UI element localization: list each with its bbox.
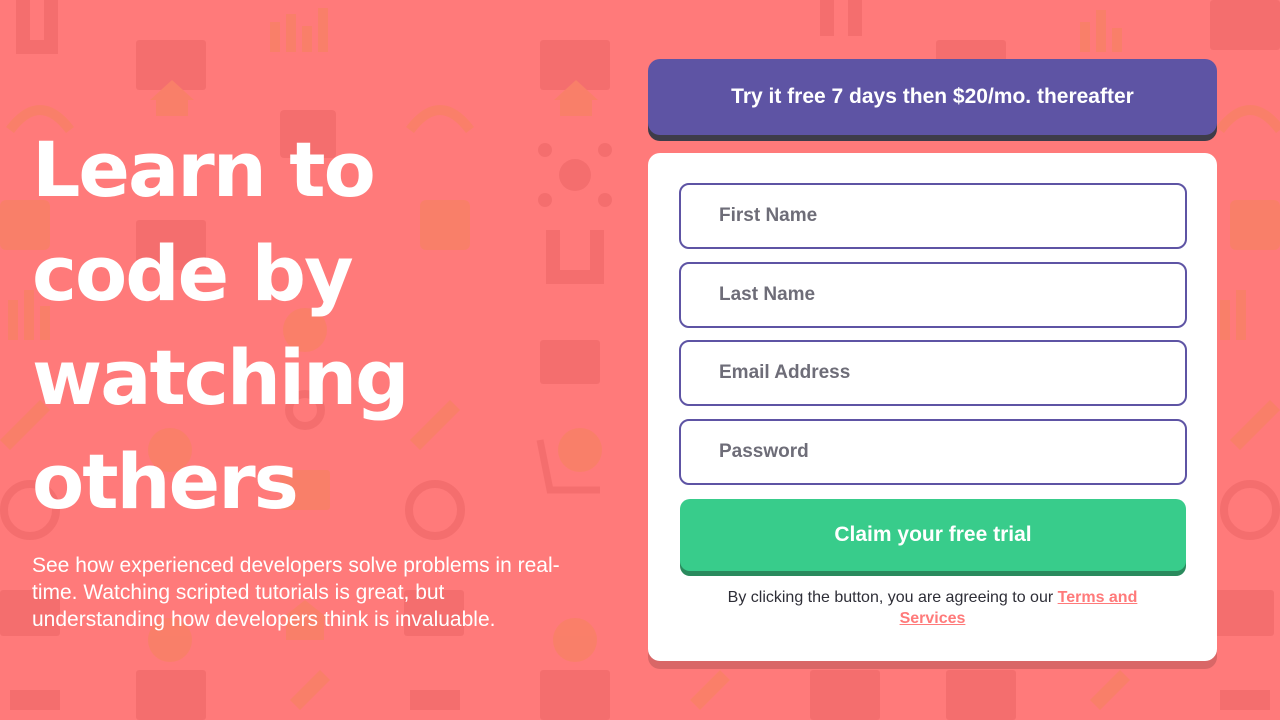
promo-banner: Try it free 7 days then $20/mo. thereaft…: [648, 59, 1217, 135]
hero-title-line: watching: [32, 333, 410, 422]
signup-form: Claim your free trial By clicking the bu…: [648, 153, 1217, 661]
hero-title-line: Learn to: [32, 125, 376, 214]
email-input[interactable]: [719, 342, 1185, 404]
hero-subtitle: See how experienced developers solve pro…: [32, 554, 560, 631]
bar-chart-icon: [1080, 10, 1122, 52]
password-field[interactable]: [679, 418, 1187, 485]
bar-chart-icon: [270, 8, 328, 52]
home-icon: [150, 80, 194, 116]
email-field[interactable]: [679, 340, 1187, 406]
last-name-field[interactable]: [679, 261, 1187, 328]
browser-window-icon: [540, 40, 610, 90]
password-input[interactable]: [719, 420, 1185, 483]
magnet-icon: [16, 0, 58, 54]
hero-title: Learn to code by watching others: [32, 118, 592, 534]
browser-window-icon: [136, 40, 206, 90]
promo-text: Try it free 7 days then $20/mo. thereaft…: [731, 85, 1134, 108]
magnet-icon: [820, 0, 862, 36]
first-name-input[interactable]: [719, 185, 1185, 247]
home-icon: [554, 80, 598, 116]
hero-title-line: others: [32, 437, 299, 526]
first-name-field[interactable]: [679, 183, 1187, 249]
rocket-icon: [290, 670, 1130, 710]
claim-trial-button[interactable]: Claim your free trial: [680, 499, 1186, 571]
hero-section: Learn to code by watching others See how…: [32, 118, 592, 633]
last-name-input[interactable]: [719, 263, 1185, 326]
hero-title-line: code by: [32, 229, 354, 318]
terms-text: By clicking the button, you are agreeing…: [679, 587, 1186, 629]
terms-prefix: By clicking the button, you are agreeing…: [727, 589, 1058, 606]
browser-window-icon: [1210, 0, 1280, 50]
sitemap-icon: [10, 690, 1270, 710]
browser-window-icon: [136, 670, 1016, 720]
